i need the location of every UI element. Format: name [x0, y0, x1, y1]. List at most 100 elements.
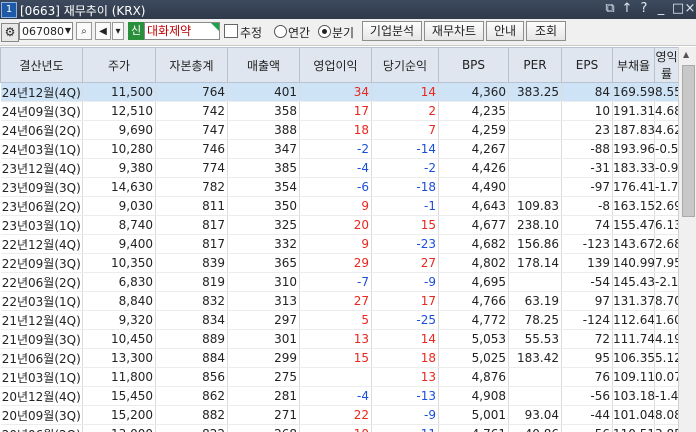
table-cell: 8.08 [654, 405, 678, 425]
table-row[interactable]: 24년03월(1Q) 10,280 746 347 -2 -14 4,267 -88 193.9… [0, 139, 678, 159]
table-row[interactable]: 20년12월(4Q) 15,450 862 281 -4 -13 4,908 -56 103.1… [0, 386, 678, 406]
table-row[interactable]: 22년09월(3Q) 10,350 839 365 29 27 4,802 178.14 139… [0, 253, 678, 273]
table-cell: 4,360 [438, 82, 509, 102]
close-icon[interactable]: × [682, 1, 696, 16]
gear-icon[interactable]: ⚙ [1, 23, 19, 42]
table-cell: 4.62 [654, 120, 678, 140]
table-cell [508, 386, 562, 406]
speaker-icon[interactable]: ◀ [95, 22, 111, 40]
table-cell: -9 [371, 272, 439, 292]
column-header[interactable]: 영익률 [654, 47, 678, 83]
table-cell: 4,267 [438, 139, 509, 159]
table-cell: -23 [371, 234, 439, 254]
table-cell: 4,876 [438, 367, 509, 387]
column-header[interactable]: EPS [561, 47, 613, 83]
table-cell: 811 [155, 196, 228, 216]
table-cell: 862 [155, 386, 228, 406]
table-cell: 385 [227, 158, 300, 178]
table-cell: 5,053 [438, 329, 509, 349]
table-cell: 13 [371, 367, 439, 387]
table-cell: 14 [371, 82, 439, 102]
table-row[interactable]: 22년03월(1Q) 8,840 832 313 27 17 4,766 63.19 97 131… [0, 291, 678, 311]
table-cell: 12,510 [82, 101, 156, 121]
table-cell: 313 [227, 291, 300, 311]
column-header[interactable]: 자본총계 [155, 47, 228, 83]
table-cell: -88 [561, 139, 613, 159]
table-row[interactable]: 22년12월(4Q) 9,400 817 332 9 -23 4,682 156.86 -123… [0, 234, 678, 254]
table-cell: 4,259 [438, 120, 509, 140]
quarter-label: 분기 [332, 26, 355, 40]
table-cell [508, 139, 562, 159]
table-cell: 839 [155, 253, 228, 273]
table-cell: 6,830 [82, 272, 156, 292]
speaker-menu-icon[interactable]: ▾ [112, 22, 124, 40]
column-header[interactable]: BPS [438, 47, 509, 83]
table-cell [508, 158, 562, 178]
scroll-thumb[interactable] [682, 65, 695, 217]
pin-icon[interactable]: ↑ [619, 1, 635, 16]
chevron-down-icon[interactable]: ▼ [63, 23, 73, 39]
table-cell: 8,740 [82, 215, 156, 235]
company-analysis-button[interactable]: 기업분석 [362, 21, 422, 41]
column-header[interactable]: 부채율 [612, 47, 655, 83]
help-icon[interactable]: ? [636, 1, 652, 16]
table-row[interactable]: 24년12월(4Q) 11,500 764 401 34 14 4,360 383.25 84 1… [0, 82, 678, 102]
table-cell: 332 [227, 234, 300, 254]
table-cell: 8.70 [654, 291, 678, 311]
link-icon[interactable]: ⧉ [602, 1, 618, 16]
table-cell: -123 [561, 234, 613, 254]
estimate-checkbox[interactable] [224, 24, 238, 38]
table-row[interactable]: 23년09월(3Q) 14,630 782 354 -6 -18 4,490 -97 176.4… [0, 177, 678, 197]
table-cell: 40.86 [508, 424, 562, 432]
financial-chart-button[interactable]: 재무차트 [424, 21, 484, 41]
table-row[interactable]: 21년03월(1Q) 11,800 856 275 13 4,876 76 109.11 0.0… [0, 367, 678, 387]
scroll-up-icon[interactable]: ▲ [683, 50, 689, 59]
table-cell: 76 [561, 367, 613, 387]
table-cell: 103.18 [612, 386, 655, 406]
table-row[interactable]: 23년12월(4Q) 9,380 774 385 -4 -2 4,426 -31 183.33-… [0, 158, 678, 178]
table-cell: 145.43 [612, 272, 655, 292]
table-row[interactable]: 20년09월(3Q) 15,200 882 271 22 -9 5,001 93.04 -44 1… [0, 405, 678, 425]
column-header[interactable]: 결산년도 [0, 47, 83, 83]
column-header[interactable]: PER [508, 47, 562, 83]
table-cell: 21년03월(1Q) [0, 367, 83, 387]
table-cell: 29 [299, 253, 372, 273]
table-cell: 21년12월(4Q) [0, 310, 83, 330]
table-row[interactable]: 24년06월(2Q) 9,690 747 388 18 7 4,259 23 187.83 4.6… [0, 120, 678, 140]
table-cell: -1.70 [654, 177, 678, 197]
table-cell: 15 [371, 215, 439, 235]
table-row[interactable]: 21년12월(4Q) 9,320 834 297 5 -25 4,772 78.25 -124 1… [0, 310, 678, 330]
table-cell: 55.53 [508, 329, 562, 349]
query-button[interactable]: 조회 [526, 21, 566, 41]
vertical-scrollbar[interactable]: ▲ [678, 47, 696, 432]
table-cell: 358 [227, 101, 300, 121]
column-header[interactable]: 주가 [82, 47, 156, 83]
column-header[interactable]: 매출액 [227, 47, 300, 83]
table-cell: 14 [371, 329, 439, 349]
table-row[interactable]: 24년09월(3Q) 12,510 742 358 17 2 4,235 10 191.31 4.… [0, 101, 678, 121]
table-cell: 20년06월(2Q) [0, 424, 83, 432]
table-cell: 10,280 [82, 139, 156, 159]
table-row[interactable]: 23년06월(2Q) 9,030 811 350 9 -1 4,643 109.83 -8 163… [0, 196, 678, 216]
table-row[interactable]: 21년06월(2Q) 13,300 884 299 15 18 5,025 183.42 95 1… [0, 348, 678, 368]
table-cell: 27 [371, 253, 439, 273]
table-cell [508, 272, 562, 292]
table-row[interactable]: 21년09월(3Q) 10,450 889 301 13 14 5,053 55.53 72 11… [0, 329, 678, 349]
annual-radio[interactable] [274, 25, 287, 38]
column-header[interactable]: 영업이익 [299, 47, 372, 83]
column-header[interactable]: 당기순익 [371, 47, 439, 83]
minimize-icon[interactable]: _ [653, 1, 669, 16]
quarter-radio[interactable] [318, 25, 331, 38]
table-row[interactable]: 20년06월(2Q)13,00082226810-114,76140.86-56… [0, 424, 678, 432]
company-name-field[interactable]: 대화제약 [144, 22, 220, 40]
table-row[interactable]: 22년06월(2Q) 6,830 819 310 -7 -9 4,695 -54 145.43-… [0, 272, 678, 292]
toolbar: ⚙ 067080 ▼ ⌕ ◀ ▾ 신 대화제약 추정 연간 분기 기업분석 재무… [0, 19, 696, 46]
guide-button[interactable]: 안내 [486, 21, 524, 41]
table-cell: 4.68 [654, 101, 678, 121]
table-row[interactable]: 23년03월(1Q) 8,740 817 325 20 15 4,677 238.10 74 15… [0, 215, 678, 235]
table-cell: -7 [299, 272, 372, 292]
table-cell: 155.47 [612, 215, 655, 235]
table-cell: 101.04 [612, 405, 655, 425]
table-cell: -4 [299, 158, 372, 178]
search-icon[interactable]: ⌕ [76, 22, 92, 40]
